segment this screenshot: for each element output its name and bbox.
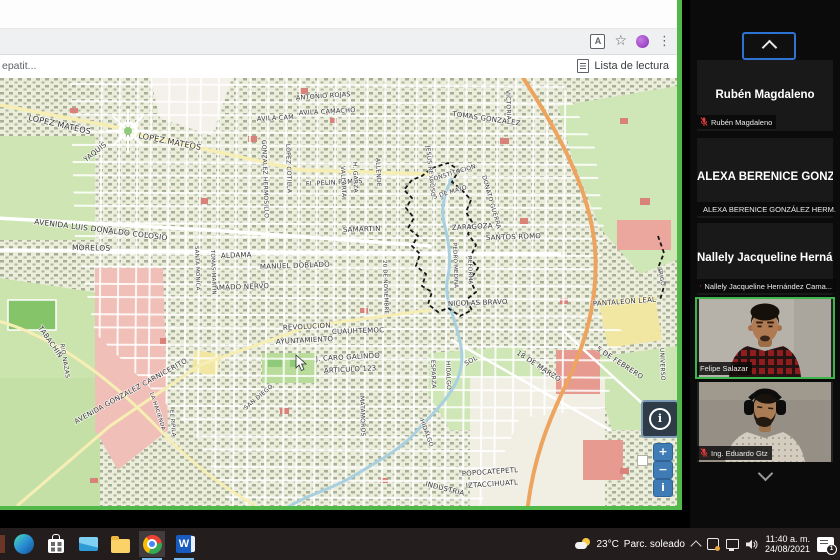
collapse-gallery-button[interactable] [742, 32, 796, 60]
muted-mic-icon [700, 117, 708, 127]
taskbar-date: 24/08/2021 [765, 544, 810, 555]
street-label: VALLARTA [339, 166, 347, 198]
tray-update-icon[interactable] [707, 538, 719, 550]
map-info-button[interactable]: i [653, 479, 673, 497]
muted-mic-icon [700, 448, 708, 458]
muted-mic-icon [700, 281, 701, 291]
windows-taskbar: W 23°C Parc. soleado 11:40 a. m. 24/08/2… [0, 528, 840, 560]
participant-tile[interactable]: Rubén Magdaleno Rubén Magdaleno [697, 60, 833, 131]
participant-name: ALEXA BERENICE GONZÁL... [697, 171, 833, 183]
taskbar-store-icon[interactable] [43, 531, 69, 557]
tray-chevron-up-icon[interactable] [690, 540, 701, 551]
taskbar-file-explorer-icon[interactable] [107, 531, 133, 557]
browser-toolbar: A ☆ ⋮ [0, 29, 677, 55]
extension-icon[interactable] [636, 35, 649, 48]
zoom-out-button[interactable]: − [653, 461, 673, 479]
weather-widget[interactable]: 23°C Parc. soleado [575, 538, 685, 550]
system-tray: 23°C Parc. soleado 11:40 a. m. 24/08/202… [575, 528, 834, 560]
translate-icon[interactable]: A [590, 34, 605, 49]
street-label: SAMARTIN [343, 225, 381, 234]
participant-label: Ing. Eduardo Gtz [697, 446, 772, 460]
participant-label: ALEXA BERENICE GONZÁLEZ HERM... [697, 202, 836, 216]
street-label: ESPARZA [429, 360, 437, 390]
expand-gallery-button[interactable] [752, 466, 778, 484]
tray-display-icon[interactable] [726, 539, 739, 549]
browser-content: A ☆ ⋮ epatit... Lista de lectura [0, 0, 677, 506]
desktop-screen: A ☆ ⋮ epatit... Lista de lectura [0, 0, 840, 560]
street-label: HIDALGO [444, 361, 452, 390]
taskbar-edge-icon[interactable] [11, 531, 37, 557]
meeting-sidebar: Rubén Magdaleno Rubén Magdaleno ALEXA BE… [690, 0, 840, 528]
street-label: UNIVERSO [658, 348, 666, 381]
street-label: REFORMA [466, 256, 473, 285]
weather-icon [575, 538, 591, 550]
participant-label: Nallely Jacqueline Hernández Cama... [697, 279, 836, 293]
participant-tile[interactable]: Nallely Jacqueline Hernán... Nallely Jac… [697, 223, 833, 295]
taskbar-chrome-icon[interactable] [139, 531, 165, 557]
video-tile[interactable]: Felipe Salazar [695, 297, 835, 379]
notification-badge: 1 [826, 544, 837, 555]
reading-list-icon [577, 59, 589, 73]
reading-list-label: Lista de lectura [594, 60, 669, 72]
participant-name: Rubén Magdaleno [697, 88, 833, 100]
street-label: MORELOS [72, 243, 110, 253]
bookmark-item[interactable]: epatit... [2, 60, 36, 72]
participant-name: Nallely Jacqueline Hernán... [697, 252, 833, 264]
chevron-down-icon [757, 465, 773, 481]
participant-label: Rubén Magdaleno [697, 115, 776, 129]
taskbar-mail-icon[interactable] [75, 531, 101, 557]
bookmarks-bar: epatit... Lista de lectura [0, 55, 677, 79]
shared-browser-window: A ☆ ⋮ epatit... Lista de lectura [0, 0, 682, 510]
video-tile[interactable]: Ing. Eduardo Gtz [697, 382, 833, 462]
taskbar-time: 11:40 a. m. [765, 534, 810, 545]
tray-volume-icon[interactable] [746, 539, 758, 550]
street-label: ALLENDE [374, 158, 382, 187]
reading-list-button[interactable]: Lista de lectura [577, 59, 669, 73]
street-label: MATAMOROS [358, 396, 366, 437]
map-canvas[interactable]: LOPEZ MATEOSLOPEZ MATEOSYAQUISAVENIDA LU… [0, 78, 677, 506]
menu-dots-icon[interactable]: ⋮ [658, 34, 671, 49]
street-label: ALDAMA [221, 251, 252, 260]
browser-tab-strip [0, 0, 677, 29]
map-viewport[interactable]: LOPEZ MATEOSLOPEZ MATEOSYAQUISAVENIDA LU… [0, 78, 677, 506]
info-circle-icon: i [649, 408, 671, 430]
zoom-in-button[interactable]: + [653, 443, 673, 461]
map-info-popup-button[interactable]: i [641, 400, 677, 438]
weather-desc: Parc. soleado [624, 539, 685, 550]
street-label: VICTORIA [504, 90, 512, 121]
map-scale-box [637, 455, 648, 466]
bookmark-star-icon[interactable]: ☆ [614, 34, 627, 48]
weather-temp: 23°C [596, 539, 618, 550]
notification-center-icon[interactable]: 1 [817, 537, 834, 552]
participant-tile[interactable]: ALEXA BERENICE GONZÁL... ALEXA BERENICE … [697, 138, 833, 218]
participant-label: Felipe Salazar [697, 362, 752, 375]
taskbar-clock[interactable]: 11:40 a. m. 24/08/2021 [765, 534, 810, 555]
chevron-up-icon [761, 40, 777, 56]
taskbar-edge-clip [0, 535, 5, 553]
street-label: H. GARZA [351, 162, 359, 194]
taskbar-word-icon[interactable]: W [171, 531, 197, 557]
